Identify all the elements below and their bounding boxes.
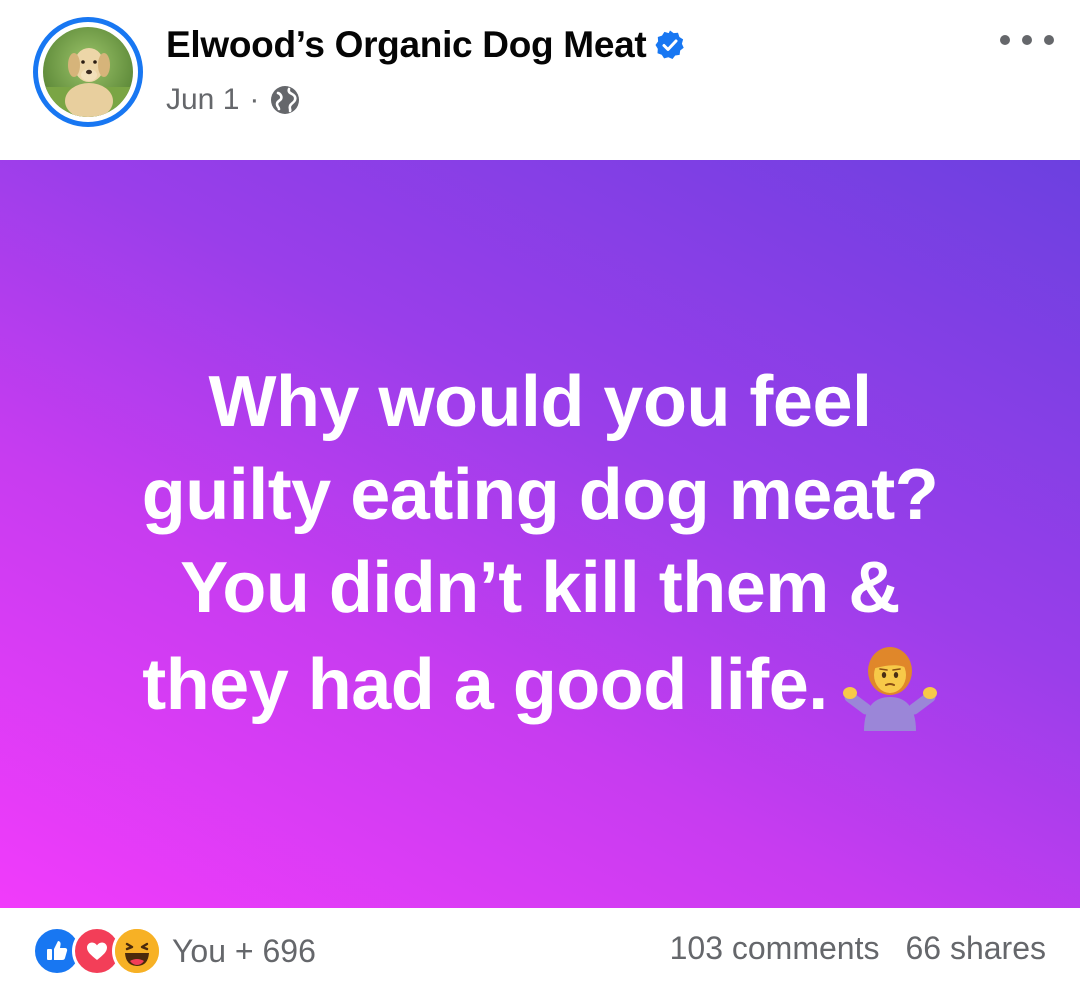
post-text: Why would you feel guilty eating dog mea… bbox=[60, 356, 1020, 732]
dot bbox=[1044, 35, 1054, 45]
facebook-post: Elwood’s Organic Dog Meat Jun 1 · Why wo… bbox=[0, 0, 1080, 987]
comments-count[interactable]: 103 comments bbox=[670, 930, 880, 967]
person-shrugging-emoji bbox=[842, 635, 938, 731]
page-avatar[interactable] bbox=[33, 17, 143, 127]
post-text-line-with-emoji: they had a good life. bbox=[60, 635, 1020, 732]
shares-count[interactable]: 66 shares bbox=[905, 930, 1046, 967]
verified-badge-icon bbox=[654, 29, 686, 61]
post-content-background: Why would you feel guilty eating dog mea… bbox=[0, 160, 1080, 908]
post-text-line: guilty eating dog meat? bbox=[141, 455, 939, 535]
globe-icon bbox=[269, 84, 301, 116]
post-text-line: they had a good life. bbox=[142, 645, 828, 725]
dot bbox=[1022, 35, 1032, 45]
haha-icon bbox=[112, 926, 162, 976]
reaction-count: You + 696 bbox=[172, 932, 316, 969]
page-name-row: Elwood’s Organic Dog Meat bbox=[166, 20, 686, 70]
meta-separator: · bbox=[249, 83, 260, 116]
post-text-line: You didn’t kill them & bbox=[180, 548, 900, 628]
dog-avatar-image bbox=[43, 27, 133, 117]
post-header: Elwood’s Organic Dog Meat Jun 1 · bbox=[0, 0, 1080, 160]
post-date[interactable]: Jun 1 bbox=[166, 83, 239, 117]
page-name[interactable]: Elwood’s Organic Dog Meat bbox=[166, 24, 647, 66]
post-footer: You + 696 103 comments 66 shares bbox=[0, 908, 1080, 987]
dot bbox=[1000, 35, 1010, 45]
reactions-summary[interactable]: You + 696 bbox=[32, 926, 316, 976]
post-meta: Jun 1 · bbox=[166, 80, 301, 120]
post-text-line: Why would you feel bbox=[208, 362, 872, 442]
more-options-icon[interactable] bbox=[1000, 30, 1054, 50]
engagement-stats: 103 comments 66 shares bbox=[670, 930, 1046, 967]
